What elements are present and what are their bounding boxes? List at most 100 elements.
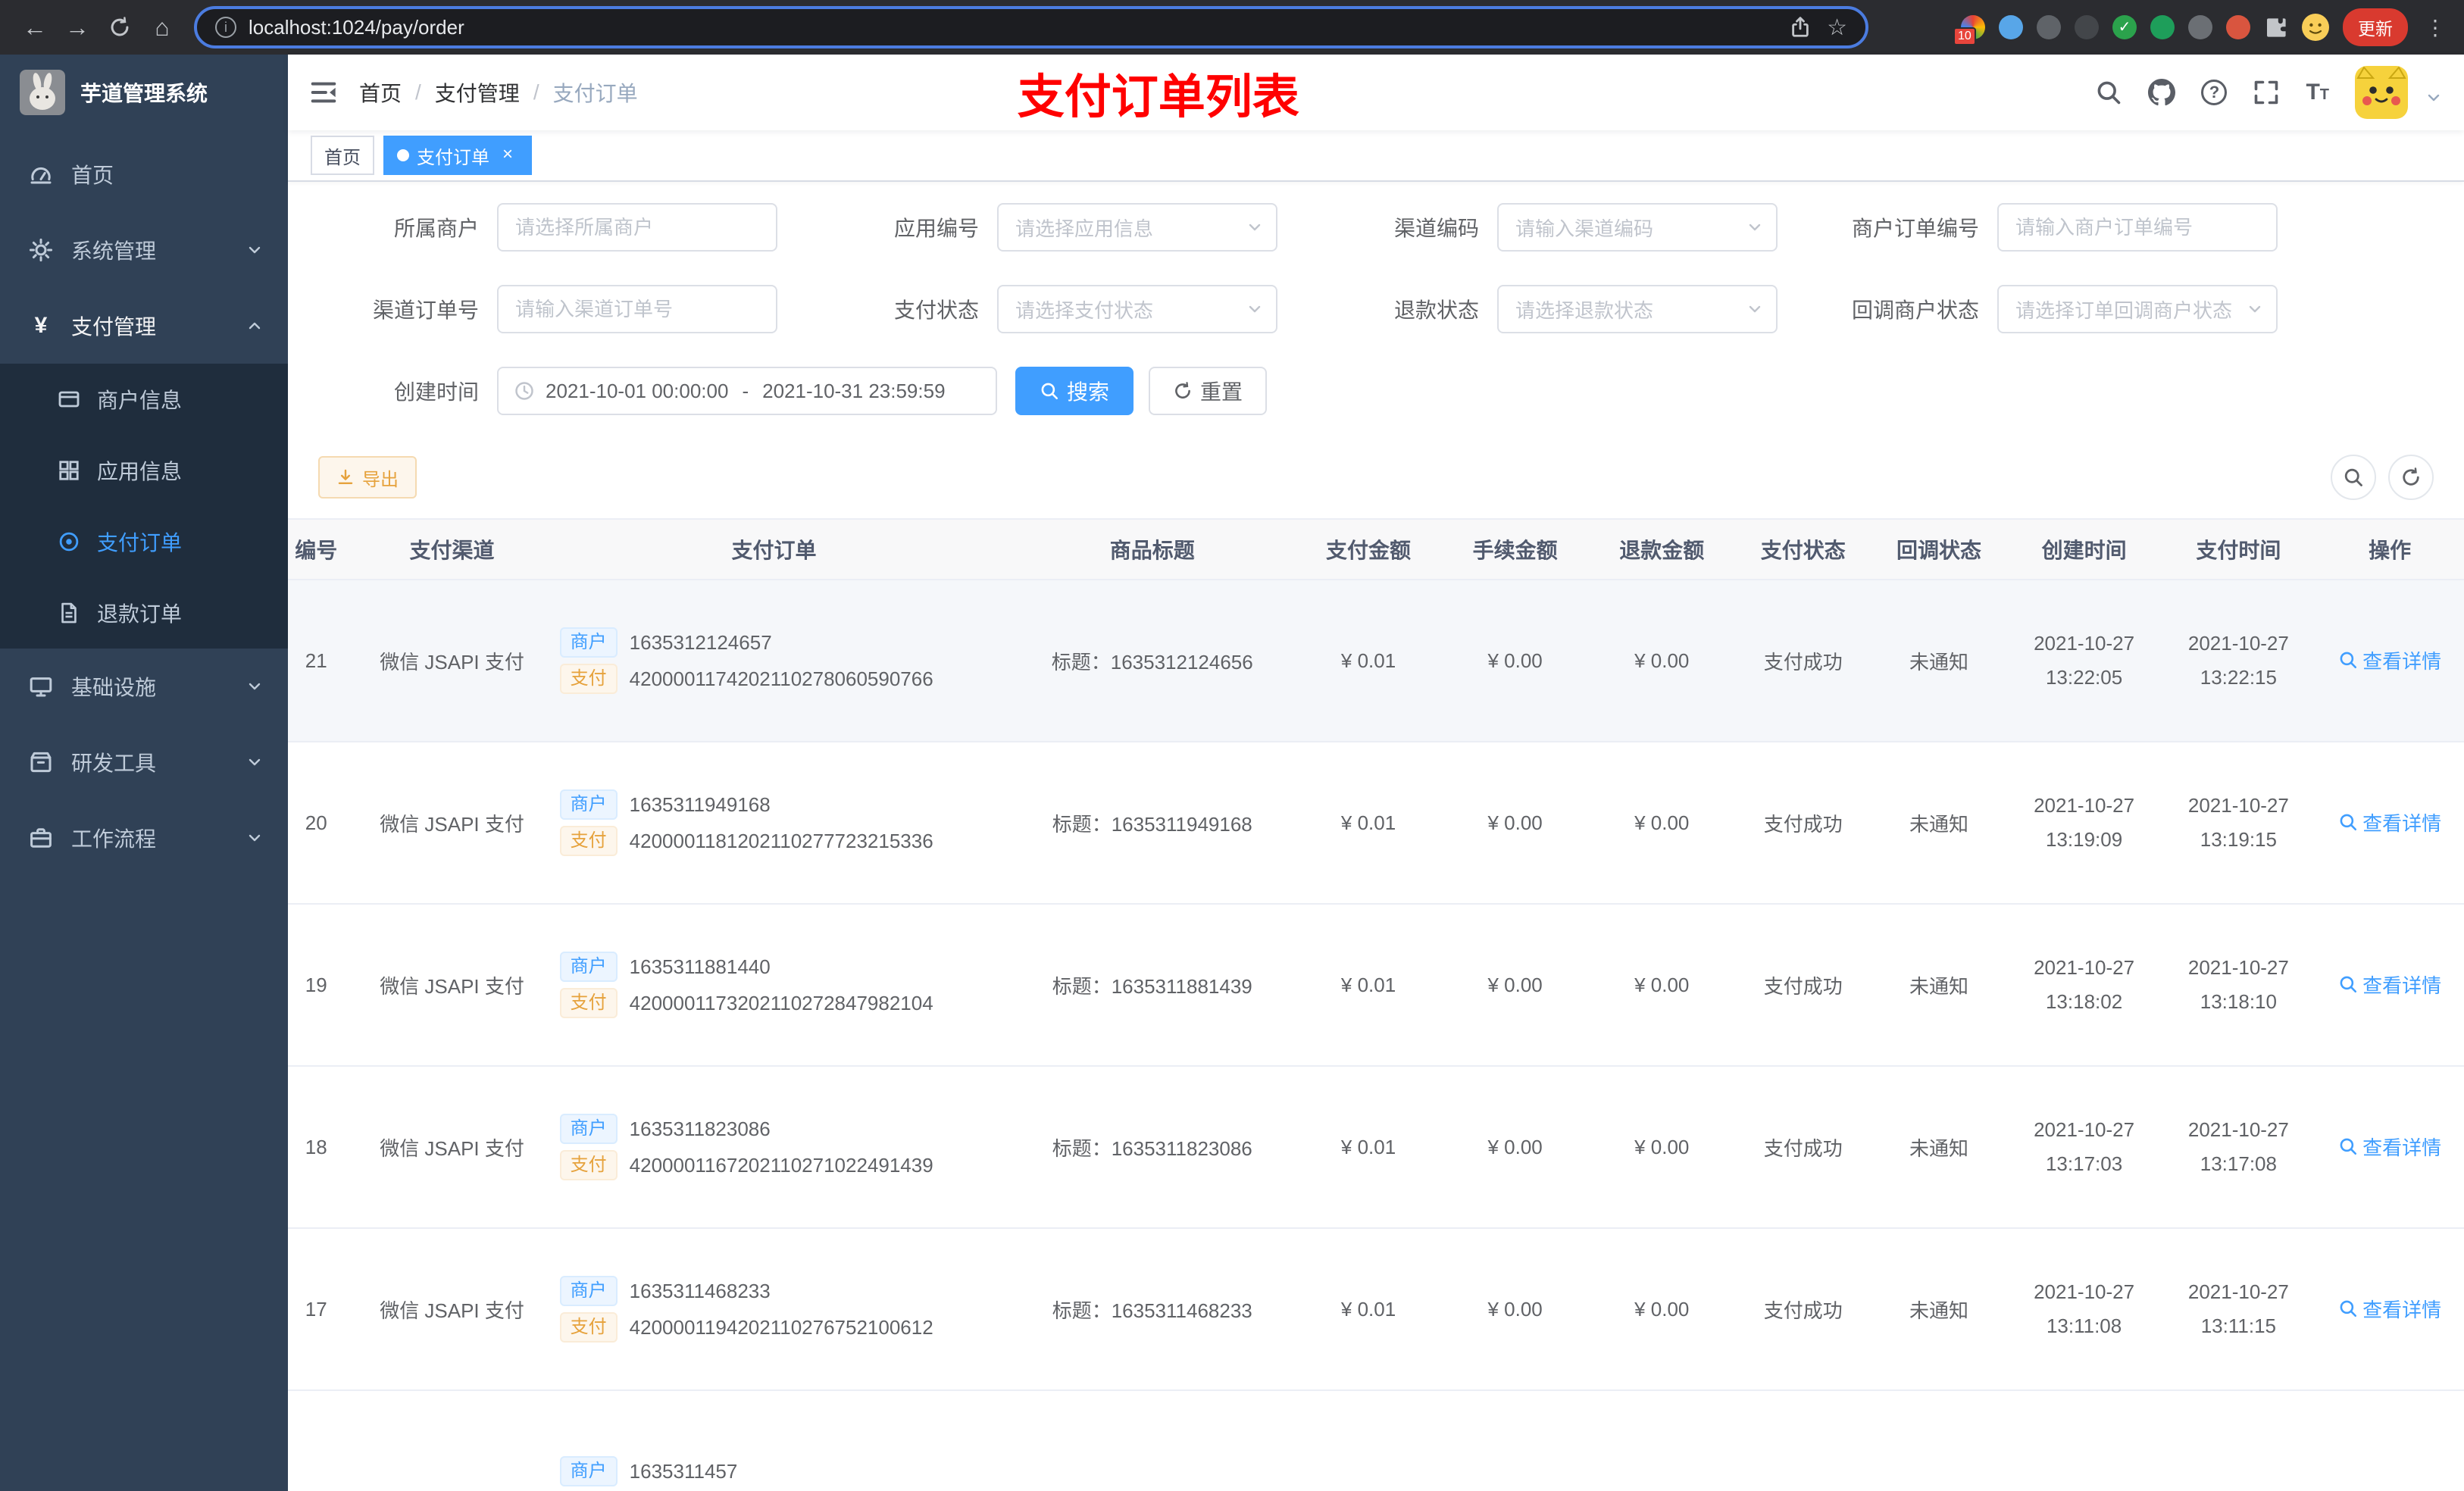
- avatar-dropdown-icon[interactable]: [2425, 89, 2443, 107]
- merchant-filter-label: 所属商户: [393, 217, 479, 240]
- search-icon: [2343, 467, 2364, 488]
- breadcrumb-separator: /: [415, 80, 421, 104]
- channel-order-no-filter-input[interactable]: [497, 285, 777, 333]
- sidebar-menu: 首页 系统管理 ¥ 支付管理 商户信息 应用信息 支付订单 退款订单 基础设施 …: [0, 136, 288, 876]
- extension-icon[interactable]: [2150, 15, 2175, 39]
- breadcrumb-pay: 支付管理: [434, 82, 520, 105]
- refund-status-filter-select[interactable]: 请选择退款状态: [1497, 285, 1778, 333]
- toggle-search-button[interactable]: [2331, 455, 2376, 500]
- chevron-down-icon: [1746, 218, 1764, 236]
- col-channel: 支付渠道: [365, 518, 539, 580]
- breadcrumb-home[interactable]: 首页: [359, 77, 402, 108]
- view-detail-link[interactable]: 查看详情: [2338, 971, 2441, 999]
- merchant-tag: 商户: [559, 1114, 618, 1144]
- sidebar-item-home[interactable]: 首页: [0, 136, 288, 212]
- extension-badge: 10: [1953, 27, 1976, 45]
- sidebar-item-infra[interactable]: 基础设施: [0, 649, 288, 724]
- browser-menu-icon[interactable]: ⋮: [2422, 15, 2449, 40]
- target-icon: [58, 530, 80, 553]
- sidebar-item-app-info[interactable]: 应用信息: [0, 435, 288, 506]
- share-icon[interactable]: [1789, 16, 1812, 39]
- user-avatar[interactable]: [2355, 66, 2408, 119]
- extension-icon[interactable]: ✓: [2112, 15, 2137, 39]
- table-row: 20 微信 JSAPI 支付 商户 1635311949168 支付 4200001…: [288, 742, 2464, 905]
- hamburger-icon[interactable]: [288, 55, 359, 130]
- reset-button[interactable]: 重置: [1149, 367, 1268, 415]
- col-amount: 支付金额: [1295, 518, 1442, 580]
- help-icon[interactable]: ?: [2201, 80, 2228, 105]
- address-bar[interactable]: i localhost:1024/pay/order ☆: [194, 6, 1868, 48]
- extension-icon[interactable]: 10: [1953, 15, 1985, 45]
- download-icon: [336, 468, 355, 486]
- fullscreen-icon[interactable]: [2253, 79, 2280, 106]
- refresh-icon: [2400, 467, 2422, 488]
- sidebar-item-merchant-info[interactable]: 商户信息: [0, 364, 288, 435]
- font-size-icon[interactable]: TT: [2306, 80, 2329, 105]
- export-button[interactable]: 导出: [318, 456, 417, 499]
- view-detail-link[interactable]: 查看详情: [2338, 646, 2441, 674]
- sidebar-item-refund-order[interactable]: 退款订单: [0, 577, 288, 649]
- navbar-actions: ? TT: [2095, 66, 2464, 119]
- reload-icon[interactable]: [100, 8, 139, 47]
- back-icon[interactable]: ←: [15, 8, 55, 47]
- merchant-order-no-filter-input[interactable]: [1997, 203, 2278, 252]
- view-detail-link[interactable]: 查看详情: [2338, 1295, 2441, 1323]
- chevron-down-icon: [1246, 218, 1264, 236]
- search-button[interactable]: 搜索: [1015, 367, 1134, 415]
- app-filter-select[interactable]: 请选择应用信息: [997, 203, 1277, 252]
- view-detail-link[interactable]: 查看详情: [2338, 1133, 2441, 1161]
- callback-status-filter-label: 回调商户状态: [1851, 299, 1979, 322]
- refresh-icon: [1173, 381, 1193, 401]
- browser-toolbar: ← → ⌂ i localhost:1024/pay/order ☆ 10 ✓: [0, 0, 2464, 55]
- pay-status-filter-select[interactable]: 请选择支付状态: [997, 285, 1277, 333]
- merchant-filter-input[interactable]: [497, 203, 777, 252]
- col-actions: 操作: [2315, 518, 2464, 580]
- status-text: 支付成功: [1735, 1228, 1871, 1391]
- callback-status-filter-select[interactable]: 请选择订单回调商户状态: [1997, 285, 2278, 333]
- view-detail-link[interactable]: 查看详情: [2338, 808, 2441, 836]
- sidebar-item-pay-order[interactable]: 支付订单: [0, 506, 288, 577]
- extension-icon[interactable]: [2188, 15, 2212, 39]
- screen: ← → ⌂ i localhost:1024/pay/order ☆ 10 ✓: [0, 0, 2464, 1491]
- create-time-range-picker[interactable]: 2021-10-01 00:00:00 - 2021-10-31 23:59:5…: [497, 367, 997, 415]
- refund-status-filter-label: 退款状态: [1393, 299, 1479, 322]
- extension-icon[interactable]: [2037, 15, 2061, 39]
- sidebar: 芋道管理系统 首页 系统管理 ¥ 支付管理 商户信息 应用信息 支付订单 退款订…: [0, 55, 288, 1491]
- chevron-down-icon: [245, 241, 264, 259]
- table-row: 19 微信 JSAPI 支付 商户 1635311881440 支付 4200001…: [288, 904, 2464, 1067]
- clock-icon: [514, 380, 535, 402]
- channel-code-filter-select[interactable]: 请输入渠道编码: [1497, 203, 1778, 252]
- yen-icon: ¥: [34, 313, 48, 338]
- status-text: 支付成功: [1735, 1066, 1871, 1229]
- browser-extensions-area: 10 ✓ 更新 ⋮: [1953, 8, 2449, 46]
- site-info-icon[interactable]: i: [215, 17, 236, 38]
- sidebar-item-system[interactable]: 系统管理: [0, 212, 288, 288]
- table-header-row: 编号 支付渠道 支付订单 商品标题 支付金额 手续金额 退款金额 支付状态 回调…: [288, 518, 2464, 580]
- bookmark-icon[interactable]: ☆: [1827, 14, 1847, 41]
- home-icon[interactable]: ⌂: [142, 8, 182, 47]
- extensions-puzzle-icon[interactable]: [2264, 15, 2288, 39]
- chevron-down-icon: [245, 753, 264, 771]
- close-icon[interactable]: ×: [497, 145, 518, 166]
- sidebar-item-pay[interactable]: ¥ 支付管理: [0, 288, 288, 364]
- profile-avatar[interactable]: [2302, 14, 2329, 41]
- col-pay-time: 支付时间: [2161, 518, 2316, 580]
- extension-icon[interactable]: [1999, 15, 2023, 39]
- channel-code-filter-label: 渠道编码: [1393, 217, 1479, 240]
- extension-icon[interactable]: [2075, 15, 2099, 39]
- col-fee: 手续金额: [1441, 518, 1589, 580]
- extension-icon[interactable]: [2226, 15, 2250, 39]
- refresh-table-button[interactable]: [2388, 455, 2434, 500]
- tag-pay-order[interactable]: 支付订单 ×: [383, 136, 532, 175]
- tag-home[interactable]: 首页: [311, 136, 374, 175]
- search-icon: [2338, 974, 2358, 994]
- status-text: 支付成功: [1735, 742, 1871, 905]
- search-icon[interactable]: [2095, 79, 2122, 106]
- dashboard-icon: [29, 162, 53, 186]
- github-icon[interactable]: [2148, 79, 2175, 106]
- forward-icon[interactable]: →: [58, 8, 97, 47]
- table-row: 17 微信 JSAPI 支付 商户 1635311468233 支付 4200001…: [288, 1228, 2464, 1391]
- sidebar-item-devtools[interactable]: 研发工具: [0, 724, 288, 800]
- sidebar-item-workflow[interactable]: 工作流程: [0, 800, 288, 876]
- browser-update-button[interactable]: 更新: [2343, 8, 2408, 46]
